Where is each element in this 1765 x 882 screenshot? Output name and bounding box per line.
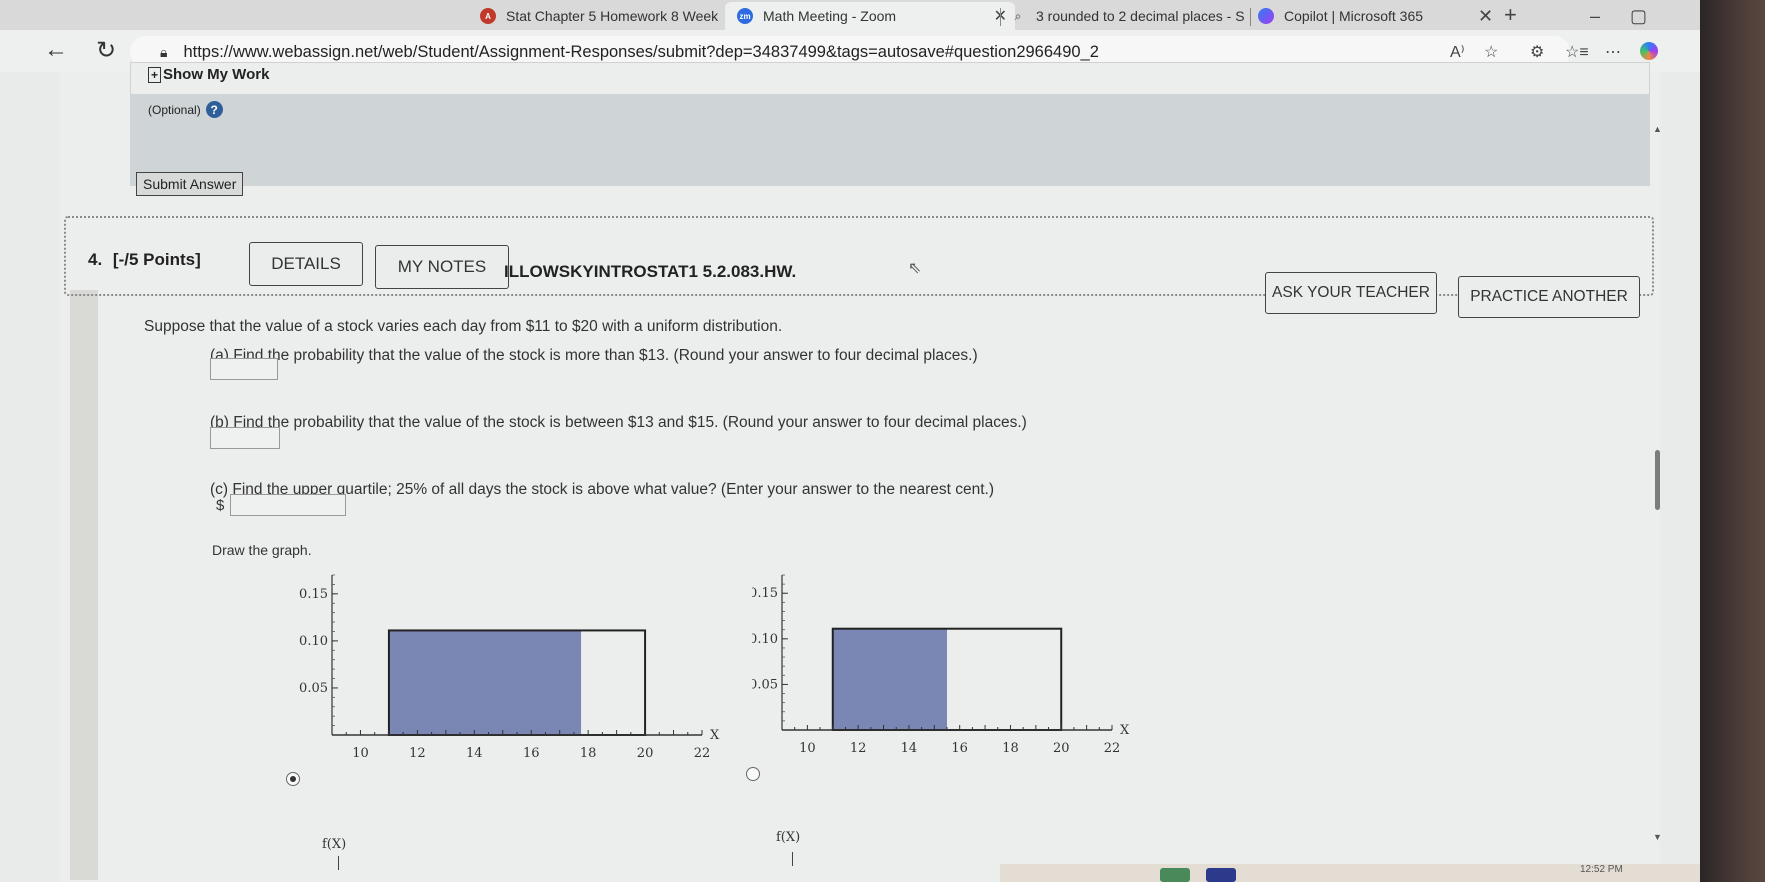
tab-label: 3 rounded to 2 decimal places - S	[1036, 8, 1245, 24]
x-tick-label: 12	[850, 741, 867, 756]
favorite-star-icon[interactable]: ☆	[1484, 42, 1498, 62]
part-a-answer-input[interactable]	[210, 358, 278, 380]
new-tab-button[interactable]: +	[1504, 2, 1517, 28]
extensions-icon[interactable]: ⚙	[1530, 42, 1544, 62]
lock-icon: 🔒︎	[160, 43, 168, 60]
expand-icon[interactable]: +	[148, 67, 162, 83]
x-tick-label: 20	[1053, 741, 1070, 756]
monitor-bezel	[1700, 0, 1765, 882]
x-axis-label: X	[1120, 723, 1130, 738]
draw-graph-label: Draw the graph.	[212, 542, 312, 558]
x-tick-label: 16	[951, 741, 968, 756]
show-my-work-title[interactable]: + Show My Work	[148, 66, 269, 83]
x-tick-label: 18	[580, 746, 597, 761]
show-my-work-area[interactable]	[130, 94, 1650, 186]
tab-bar: A Stat Chapter 5 Homework 8 Week ✕ zm Ma…	[0, 0, 1700, 60]
clock-time: 12:52 PM	[1580, 864, 1623, 875]
submit-answer-button[interactable]: Submit Answer	[136, 172, 244, 196]
question-prompt: Suppose that the value of a stock varies…	[144, 318, 783, 335]
y-tick-label: 0.05	[752, 677, 778, 692]
x-tick-label: 14	[466, 746, 483, 761]
page-scrollbar[interactable]: ▲ ▼	[1650, 110, 1664, 860]
copilot-icon	[1258, 8, 1274, 24]
x-tick-label: 12	[409, 746, 426, 761]
ask-your-teacher-button[interactable]: ASK YOUR TEACHER	[1265, 272, 1437, 314]
tab-label: Copilot | Microsoft 365	[1284, 8, 1424, 24]
practice-another-button[interactable]: PRACTICE ANOTHER	[1458, 276, 1640, 318]
part-a-label: (a) Find the probability that the value …	[210, 347, 978, 364]
tab-webassign[interactable]: A Stat Chapter 5 Homework 8 Week ✕	[480, 2, 720, 30]
y-tick-label: 0.15	[299, 587, 328, 602]
close-tab-icon[interactable]: ✕	[1478, 6, 1493, 27]
read-aloud-icon[interactable]: A⁾	[1450, 42, 1465, 62]
back-arrow-icon[interactable]: ←	[44, 36, 68, 64]
refresh-icon[interactable]: ↻	[96, 36, 116, 65]
lower-graph-1-ylabel: f(X)	[322, 837, 347, 852]
x-tick-label: 10	[352, 746, 369, 761]
tab-separator	[1250, 8, 1251, 26]
my-notes-button[interactable]: MY NOTES	[375, 245, 509, 289]
dollar-prefix: $	[216, 497, 225, 514]
minimize-button[interactable]: –	[1590, 6, 1600, 27]
mouse-cursor-icon: ⇖	[908, 260, 922, 277]
tab-separator	[1000, 8, 1001, 26]
question-points: [-/5 Points]	[112, 250, 201, 269]
y-tick-label: 0.15	[752, 586, 778, 601]
scrollbar-thumb[interactable]	[1655, 450, 1660, 510]
lower-graph-1-axis	[338, 856, 339, 870]
y-tick-label: 0.05	[299, 681, 328, 696]
help-icon[interactable]: ?	[205, 101, 223, 118]
question-number: 4. [-/5 Points]	[88, 250, 201, 269]
scroll-up-arrow-icon[interactable]: ▲	[1653, 124, 1662, 134]
x-tick-label: 18	[1002, 741, 1019, 756]
shaded-region	[388, 630, 582, 735]
shaded-region	[832, 628, 947, 730]
more-menu-icon[interactable]: ⋯	[1605, 42, 1621, 62]
x-tick-label: 20	[637, 746, 654, 761]
url-text: https://www.webassign.net/web/Student/As…	[183, 42, 1099, 61]
search-icon: ⌕	[1014, 8, 1022, 23]
x-tick-label: 10	[799, 741, 816, 756]
tab-search[interactable]: ⌕ 3 rounded to 2 decimal places - S ✕	[1010, 2, 1250, 30]
question-left-rail	[70, 290, 98, 880]
browser-window: A Stat Chapter 5 Homework 8 Week ✕ zm Ma…	[0, 0, 1700, 882]
show-my-work-optional: (Optional) ?	[148, 101, 223, 118]
x-tick-label: 16	[523, 746, 540, 761]
lower-graph-2-ylabel: f(X)	[776, 830, 801, 845]
part-b-label: (b) Find the probability that the value …	[210, 414, 1027, 431]
maximize-button[interactable]: ▢	[1630, 6, 1647, 27]
question-code: ILLOWSKYINTROSTAT1 5.2.083.HW.	[504, 262, 797, 281]
y-tick-label: 0.10	[299, 634, 328, 649]
x-tick-label: 22	[694, 746, 711, 761]
tab-copilot[interactable]: Copilot | Microsoft 365	[1258, 2, 1498, 30]
taskbar-app-icon[interactable]	[1206, 868, 1236, 882]
x-axis-label: X	[710, 728, 720, 743]
taskbar: 12:52 PM	[1000, 864, 1700, 882]
tab-zoom[interactable]: zm Math Meeting - Zoom ✕	[725, 2, 1015, 30]
taskbar-app-icon[interactable]	[1160, 868, 1190, 882]
tab-label: Math Meeting - Zoom	[763, 8, 897, 24]
graph-option-2: 101214161820220.050.100.15Xf(X)	[752, 574, 1130, 756]
x-tick-label: 22	[1104, 741, 1121, 756]
lower-graph-2-axis	[792, 852, 793, 866]
copilot-icon[interactable]	[1640, 42, 1658, 60]
graph-option-1: 101214161820220.050.100.15Xf(X)	[299, 574, 720, 761]
part-b-answer-input[interactable]	[210, 427, 280, 449]
x-tick-label: 14	[901, 741, 918, 756]
scroll-down-arrow-icon[interactable]: ▼	[1653, 832, 1662, 842]
tab-label: Stat Chapter 5 Homework 8 Week	[506, 8, 719, 24]
zoom-icon: zm	[737, 8, 753, 24]
part-c-answer-input[interactable]	[230, 494, 346, 516]
details-button[interactable]: DETAILS	[249, 242, 363, 286]
y-tick-label: 0.10	[752, 632, 778, 647]
favorites-list-icon[interactable]: ☆≡	[1565, 42, 1589, 62]
webassign-icon: A	[480, 8, 496, 24]
